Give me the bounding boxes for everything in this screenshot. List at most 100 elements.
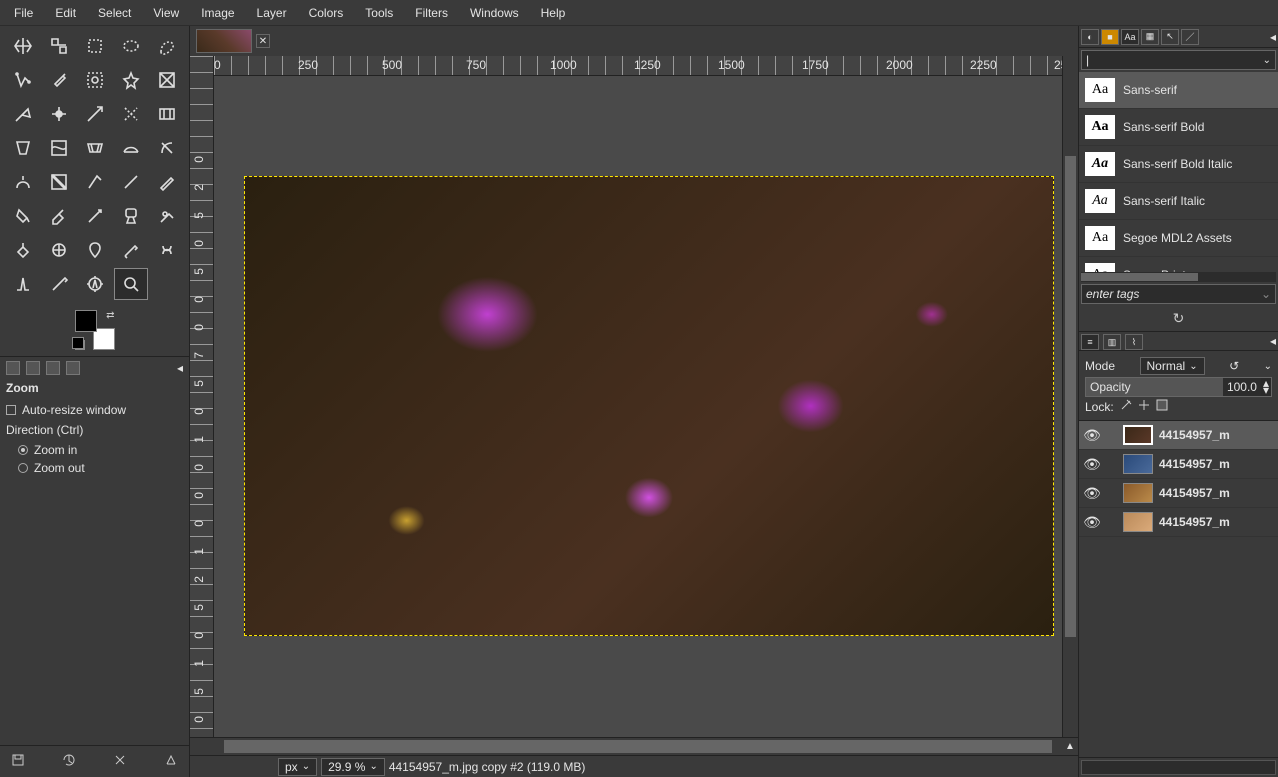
tags-input[interactable]: enter tags bbox=[1081, 284, 1276, 304]
text-tool[interactable] bbox=[6, 268, 40, 300]
heal-tool[interactable] bbox=[150, 200, 184, 232]
device-status-tab-icon[interactable] bbox=[26, 361, 40, 375]
refresh-fonts-icon[interactable]: ↻ bbox=[1079, 306, 1278, 331]
shear-tool[interactable] bbox=[78, 98, 112, 130]
layer-thumbnail[interactable] bbox=[1123, 483, 1153, 503]
free-select-tool[interactable] bbox=[150, 30, 184, 62]
reset-options-icon[interactable] bbox=[163, 752, 179, 771]
visibility-icon[interactable]: 👁 bbox=[1083, 427, 1101, 444]
3d-transform-tool[interactable] bbox=[150, 132, 184, 164]
layer-thumbnail[interactable] bbox=[1123, 512, 1153, 532]
opacity-slider[interactable]: Opacity 100.0 ▴▾ bbox=[1085, 377, 1272, 397]
font-item[interactable]: AaSegoe Print bbox=[1079, 257, 1278, 272]
color-swatch[interactable]: ⇄ bbox=[75, 310, 115, 350]
images-tab-icon[interactable] bbox=[66, 361, 80, 375]
font-item[interactable]: AaSans-serif bbox=[1079, 72, 1278, 109]
dodge-tool[interactable] bbox=[114, 234, 148, 266]
menu-edit[interactable]: Edit bbox=[45, 2, 86, 24]
menu-view[interactable]: View bbox=[143, 2, 189, 24]
patterns-tab-icon[interactable]: ■ bbox=[1101, 29, 1119, 45]
vertical-scrollbar[interactable] bbox=[1062, 56, 1078, 737]
rotate-tool[interactable] bbox=[6, 98, 40, 130]
restore-options-icon[interactable] bbox=[61, 752, 77, 771]
opacity-stepper[interactable]: ▴▾ bbox=[1261, 380, 1271, 394]
layer-row[interactable]: 👁44154957_m bbox=[1079, 508, 1278, 537]
fuzzy-select-tool[interactable] bbox=[42, 64, 76, 96]
by-color-select-tool[interactable] bbox=[78, 64, 112, 96]
ink-tool[interactable] bbox=[42, 200, 76, 232]
menu-layer[interactable]: Layer bbox=[247, 2, 297, 24]
perspective-tool[interactable] bbox=[114, 98, 148, 130]
align-tool[interactable] bbox=[42, 30, 76, 62]
handle-transform-tool[interactable] bbox=[6, 132, 40, 164]
pointer-tab-icon[interactable]: ↖ bbox=[1161, 29, 1179, 45]
menu-select[interactable]: Select bbox=[88, 2, 141, 24]
flip-tool[interactable] bbox=[42, 132, 76, 164]
menu-tools[interactable]: Tools bbox=[355, 2, 403, 24]
eraser-tool[interactable] bbox=[150, 166, 184, 198]
horizontal-scrollbar[interactable] bbox=[214, 738, 1062, 755]
paintbrush-tool[interactable] bbox=[114, 166, 148, 198]
layer-name[interactable]: 44154957_m bbox=[1159, 486, 1274, 500]
save-options-icon[interactable] bbox=[10, 752, 26, 771]
layers-scrollbar[interactable] bbox=[1079, 757, 1278, 777]
font-item[interactable]: AaSans-serif Italic bbox=[1079, 183, 1278, 220]
mode-chevron-icon[interactable]: ⌄ bbox=[1264, 361, 1272, 372]
foreground-color[interactable] bbox=[75, 310, 97, 332]
ellipse-select-tool[interactable] bbox=[114, 30, 148, 62]
mypaint-tool[interactable] bbox=[78, 200, 112, 232]
pencil-tool[interactable] bbox=[78, 166, 112, 198]
histogram-tab-icon[interactable]: ▦ bbox=[1141, 29, 1159, 45]
swap-colors-icon[interactable]: ⇄ bbox=[106, 310, 114, 321]
menu-colors[interactable]: Colors bbox=[299, 2, 354, 24]
navigation-icon[interactable]: ▲ bbox=[1062, 738, 1078, 755]
canvas-viewport[interactable] bbox=[214, 76, 1062, 737]
scissors-tool[interactable] bbox=[6, 64, 40, 96]
layer-row[interactable]: 👁44154957_m bbox=[1079, 450, 1278, 479]
path-tool[interactable] bbox=[150, 234, 184, 266]
font-item[interactable]: AaSegoe MDL2 Assets bbox=[1079, 220, 1278, 257]
visibility-icon[interactable]: 👁 bbox=[1083, 485, 1101, 502]
layer-name[interactable]: 44154957_m bbox=[1159, 457, 1274, 471]
rect-select-tool[interactable] bbox=[78, 30, 112, 62]
default-colors-icon[interactable] bbox=[75, 340, 85, 350]
scale-tool[interactable] bbox=[42, 98, 76, 130]
font-search-input[interactable]: | bbox=[1081, 50, 1276, 70]
clone-tool[interactable] bbox=[114, 200, 148, 232]
foreground-select-tool[interactable] bbox=[114, 64, 148, 96]
close-tab-icon[interactable]: ✕ bbox=[256, 34, 270, 48]
zoom-tool[interactable] bbox=[114, 268, 148, 300]
layer-thumbnail[interactable] bbox=[1123, 425, 1153, 445]
smudge-tool[interactable] bbox=[78, 234, 112, 266]
measure-tool[interactable] bbox=[78, 268, 112, 300]
dock-menu-icon[interactable]: ◂ bbox=[1270, 30, 1276, 44]
perspective-clone-tool[interactable] bbox=[6, 234, 40, 266]
lock-position-icon[interactable] bbox=[1138, 399, 1150, 414]
color-picker-tool[interactable] bbox=[42, 268, 76, 300]
zoom-in-radio[interactable]: Zoom in bbox=[6, 441, 183, 459]
warp-tool[interactable] bbox=[114, 132, 148, 164]
gradient-tool[interactable] bbox=[42, 166, 76, 198]
font-scrollbar[interactable] bbox=[1081, 272, 1276, 282]
canvas-image[interactable] bbox=[244, 176, 1054, 636]
lock-alpha-icon[interactable] bbox=[1156, 399, 1168, 414]
cage-tool[interactable] bbox=[78, 132, 112, 164]
auto-resize-checkbox[interactable]: Auto-resize window bbox=[6, 401, 183, 419]
dock-menu-icon[interactable]: ◂ bbox=[1270, 334, 1276, 348]
blur-tool[interactable] bbox=[42, 234, 76, 266]
layer-name[interactable]: 44154957_m bbox=[1159, 428, 1274, 442]
menu-filters[interactable]: Filters bbox=[405, 2, 458, 24]
mode-reset-icon[interactable]: ↺ bbox=[1229, 359, 1239, 373]
menu-file[interactable]: File bbox=[4, 2, 43, 24]
layer-row[interactable]: 👁 44154957_m bbox=[1079, 479, 1278, 508]
menu-image[interactable]: Image bbox=[191, 2, 244, 24]
unit-selector[interactable]: px bbox=[278, 758, 317, 776]
font-item[interactable]: AaSans-serif Bold bbox=[1079, 109, 1278, 146]
paths-tab-icon[interactable]: ⌇ bbox=[1125, 334, 1143, 350]
mode-selector[interactable]: Normal bbox=[1140, 357, 1205, 375]
tool-options-tab-icon[interactable] bbox=[6, 361, 20, 375]
layer-name[interactable]: 44154957_m bbox=[1159, 515, 1274, 529]
delete-options-icon[interactable] bbox=[112, 752, 128, 771]
bucket-fill-tool[interactable] bbox=[6, 166, 40, 198]
dock-menu-icon[interactable]: ◂ bbox=[177, 361, 183, 375]
